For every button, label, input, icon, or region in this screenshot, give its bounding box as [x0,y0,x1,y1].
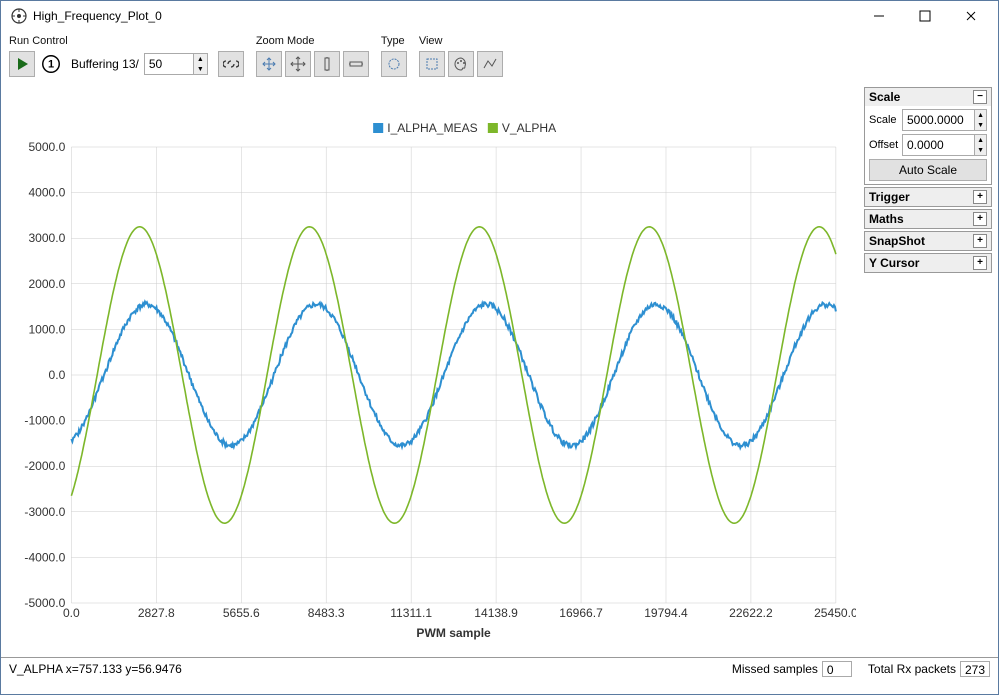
rx-packets-value: 273 [960,661,990,677]
statusbar: V_ALPHA x=757.133 y=56.9476 Missed sampl… [1,657,998,679]
offset-field-label: Offset [869,139,899,151]
side-panel: Scale − Scale ▲▼ Offset ▲▼ [864,85,998,657]
svg-text:-5000.0: -5000.0 [24,596,65,610]
maths-panel-header[interactable]: Maths + [865,210,991,228]
plus-icon: + [973,190,987,204]
cursor-readout: V_ALPHA x=757.133 y=56.9476 [9,662,716,676]
snapshot-panel: SnapShot + [864,231,992,251]
svg-text:5000.0: 5000.0 [28,140,65,154]
maximize-button[interactable] [902,1,948,31]
pan-tool[interactable] [285,51,311,77]
buffer-size-input[interactable] [145,54,193,74]
view-label: View [419,35,503,47]
cursor-tool[interactable] [256,51,282,77]
close-button[interactable] [948,1,994,31]
svg-text:-1000.0: -1000.0 [24,414,65,428]
minus-icon: − [973,90,987,104]
svg-text:11311.1: 11311.1 [390,606,432,620]
svg-text:V_ALPHA: V_ALPHA [502,121,556,135]
zoom-horizontal-tool[interactable] [343,51,369,77]
buffer-down[interactable]: ▼ [194,64,207,74]
rx-packets-label: Total Rx packets [868,662,956,676]
chart-canvas[interactable]: 0.0 2827.8 5655.6 8483.3 11311.1 14138.9 16966… [11,87,856,653]
svg-text:0.0: 0.0 [49,368,66,382]
svg-text:I_ALPHA_MEAS: I_ALPHA_MEAS [387,121,477,135]
view-palette-button[interactable] [448,51,474,77]
svg-text:3000.0: 3000.0 [28,231,65,245]
run-control-label: Run Control [9,35,244,47]
run-once-button[interactable]: 1 [38,51,64,77]
ycursor-panel: Y Cursor + [864,253,992,273]
buffer-size-stepper[interactable]: ▲▼ [144,53,208,75]
titlebar: High_Frequency_Plot_0 [1,1,998,31]
plus-icon: + [973,212,987,226]
view-line-button[interactable] [477,51,503,77]
buffering-label: Buffering 13/ [71,57,139,71]
scale-field-label: Scale [869,114,899,126]
svg-text:-3000.0: -3000.0 [24,505,65,519]
chart-area[interactable]: 0.0 2827.8 5655.6 8483.3 11311.1 14138.9 16966… [1,85,864,657]
svg-text:5655.6: 5655.6 [223,606,260,620]
zoom-mode-label: Zoom Mode [256,35,369,47]
play-button[interactable] [9,51,35,77]
ycursor-panel-header[interactable]: Y Cursor + [865,254,991,272]
svg-text:0.0: 0.0 [63,606,80,620]
app-icon [11,8,27,24]
svg-text:1000.0: 1000.0 [28,322,65,336]
svg-text:8483.3: 8483.3 [308,606,345,620]
type-scope-button[interactable] [381,51,407,77]
buffer-up[interactable]: ▲ [194,54,207,64]
svg-text:-4000.0: -4000.0 [24,550,65,564]
offset-stepper[interactable]: ▲▼ [902,134,987,156]
zoom-vertical-tool[interactable] [314,51,340,77]
plus-icon: + [973,256,987,270]
missed-samples-value: 0 [822,661,852,677]
auto-scale-button[interactable]: Auto Scale [869,159,987,181]
run-control-group: Run Control 1 Buffering 13/ ▲▼ [9,35,244,77]
scale-panel-header[interactable]: Scale − [865,88,991,106]
svg-text:2000.0: 2000.0 [28,277,65,291]
svg-text:1: 1 [48,59,54,71]
svg-text:25450.0: 25450.0 [814,606,856,620]
scale-panel: Scale − Scale ▲▼ Offset ▲▼ [864,87,992,185]
svg-text:PWM sample: PWM sample [416,626,491,640]
scale-stepper[interactable]: ▲▼ [902,109,987,131]
type-label: Type [381,35,407,47]
zoom-mode-group: Zoom Mode [256,35,369,77]
link-toggle[interactable] [218,51,244,77]
svg-text:19794.4: 19794.4 [644,606,688,620]
snapshot-panel-header[interactable]: SnapShot + [865,232,991,250]
svg-text:2827.8: 2827.8 [138,606,175,620]
svg-text:-2000.0: -2000.0 [24,459,65,473]
maths-panel: Maths + [864,209,992,229]
plus-icon: + [973,234,987,248]
type-group: Type [381,35,407,77]
svg-text:4000.0: 4000.0 [28,186,65,200]
scale-input[interactable] [903,110,974,130]
view-box-button[interactable] [419,51,445,77]
svg-text:14138.9: 14138.9 [474,606,518,620]
view-group: View [419,35,503,77]
window-title: High_Frequency_Plot_0 [33,9,856,23]
offset-input[interactable] [903,135,974,155]
toolbar: Run Control 1 Buffering 13/ ▲▼ Zoom Mode [1,31,998,85]
minimize-button[interactable] [856,1,902,31]
trigger-panel: Trigger + [864,187,992,207]
svg-text:16966.7: 16966.7 [559,606,603,620]
missed-samples-label: Missed samples [732,662,818,676]
svg-text:22622.2: 22622.2 [729,606,773,620]
trigger-panel-header[interactable]: Trigger + [865,188,991,206]
